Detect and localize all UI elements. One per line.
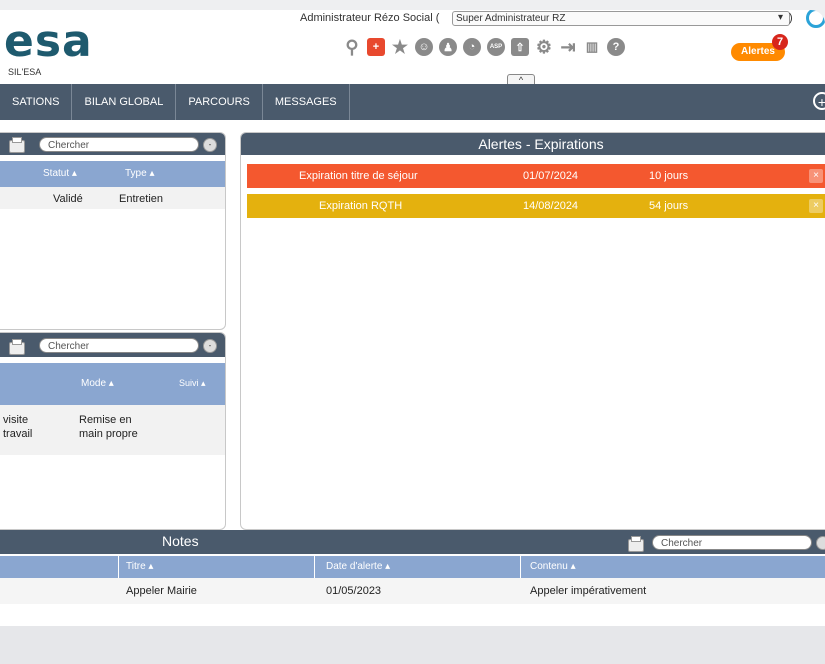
left-top-panel: Chercher - Statut ▴ Type ▴ Validé Entret…: [0, 132, 226, 330]
table-cell: Appeler impérativement: [530, 585, 647, 597]
nav-item-messages[interactable]: MESSAGES: [263, 84, 350, 120]
print-icon[interactable]: [628, 536, 644, 552]
stats-icon[interactable]: ▥: [583, 38, 601, 56]
column-header-contenu[interactable]: Contenu ▴: [530, 561, 576, 572]
column-header-type[interactable]: Type ▴: [125, 168, 154, 179]
alert-date: 14/08/2024: [523, 200, 579, 212]
left-bottom-panel: Chercher - Mode ▴ Suivi ▴ visite travail…: [0, 332, 226, 530]
search-icon[interactable]: ⚲: [343, 37, 361, 57]
table-cell: visite travail: [3, 414, 33, 440]
close-icon[interactable]: ×: [809, 199, 823, 213]
print-icon[interactable]: [9, 339, 25, 355]
help-icon[interactable]: ?: [607, 38, 625, 56]
nav-item-sations[interactable]: SATIONS: [0, 84, 73, 120]
table-row[interactable]: Appeler Mairie 01/05/2023 Appeler impéra…: [0, 578, 825, 604]
notes-panel: Notes Chercher Titre ▴ Date d'alerte ▴ C…: [0, 530, 825, 612]
table-cell: Remise en main propre: [79, 414, 138, 440]
notes-title: Notes: [162, 533, 199, 549]
user-label: Administrateur Rézo Social (: [300, 12, 440, 24]
alert-date: 01/07/2024: [523, 170, 579, 182]
print-icon[interactable]: [9, 137, 25, 153]
alert-label: Expiration RQTH: [319, 200, 403, 212]
table-cell: Entretien: [119, 193, 164, 205]
alerts-panel: Alertes - Expirations Expiration titre d…: [240, 132, 825, 530]
search-input[interactable]: Chercher: [39, 137, 199, 152]
table-cell: Validé: [53, 193, 83, 205]
alert-row[interactable]: Expiration RQTH 14/08/2024 54 jours ×: [247, 194, 825, 218]
alert-days: 10 jours: [649, 170, 689, 182]
upload-icon[interactable]: ⇧: [511, 38, 529, 56]
star-icon[interactable]: ★: [391, 37, 409, 57]
alert-row[interactable]: Expiration titre de séjour 01/07/2024 10…: [247, 164, 825, 188]
chart-icon[interactable]: ◔: [463, 38, 481, 56]
table-row[interactable]: Validé Entretien: [0, 187, 225, 209]
column-header-statut[interactable]: Statut ▴: [43, 168, 77, 179]
column-header-titre[interactable]: Titre ▴: [126, 561, 153, 572]
table-cell: 01/05/2023: [326, 585, 382, 597]
column-header-suivi[interactable]: Suivi ▴: [179, 378, 206, 389]
close-icon[interactable]: ×: [809, 169, 823, 183]
footer-bar: [0, 626, 825, 664]
search-options-icon[interactable]: -: [203, 138, 217, 152]
asp-icon[interactable]: ASP: [487, 38, 505, 56]
alerts-count-badge: 7: [772, 34, 788, 50]
refresh-icon[interactable]: [806, 10, 825, 28]
add-icon[interactable]: +: [367, 38, 385, 56]
table-cell: Appeler Mairie: [126, 585, 197, 597]
search-options-icon[interactable]: -: [203, 339, 217, 353]
nav-item-bilan-global[interactable]: BILAN GLOBAL: [72, 84, 177, 120]
search-input[interactable]: Chercher: [39, 338, 199, 353]
alerts-title: Alertes - Expirations: [241, 133, 825, 155]
user-label-close: ): [789, 12, 793, 24]
nav-item-parcours[interactable]: PARCOURS: [176, 84, 263, 120]
alert-label: Expiration titre de séjour: [299, 170, 418, 182]
search-input[interactable]: Chercher: [652, 535, 812, 550]
user-icon[interactable]: ☺: [415, 38, 433, 56]
user-select[interactable]: Super Administrateur RZ ▾: [452, 11, 790, 26]
column-header-mode[interactable]: Mode ▴: [81, 378, 114, 389]
add-tab-icon[interactable]: +: [813, 92, 825, 110]
chevron-down-icon: ▾: [777, 12, 783, 23]
logo-subtitle: SIL'ESA: [8, 67, 42, 77]
user-select-value: Super Administrateur RZ: [456, 13, 566, 24]
table-row[interactable]: visite travail Remise en main propre: [0, 405, 225, 455]
main-nav: SATIONS BILAN GLOBAL PARCOURS MESSAGES +: [0, 84, 825, 120]
logo: esa: [4, 16, 93, 67]
logout-icon[interactable]: ⇥: [559, 37, 577, 57]
toolbar-icons: ⚲ + ★ ☺ ♟ ◔ ASP ⇧ ⚙ ⇥ ▥ ?: [343, 37, 625, 57]
column-header-date-alerte[interactable]: Date d'alerte ▴: [326, 561, 390, 572]
search-options-icon[interactable]: [816, 536, 825, 550]
gear-icon[interactable]: ⚙: [535, 37, 553, 57]
app-window: esa SIL'ESA Administrateur Rézo Social (…: [0, 10, 825, 664]
alert-days: 54 jours: [649, 200, 689, 212]
users-icon[interactable]: ♟: [439, 38, 457, 56]
